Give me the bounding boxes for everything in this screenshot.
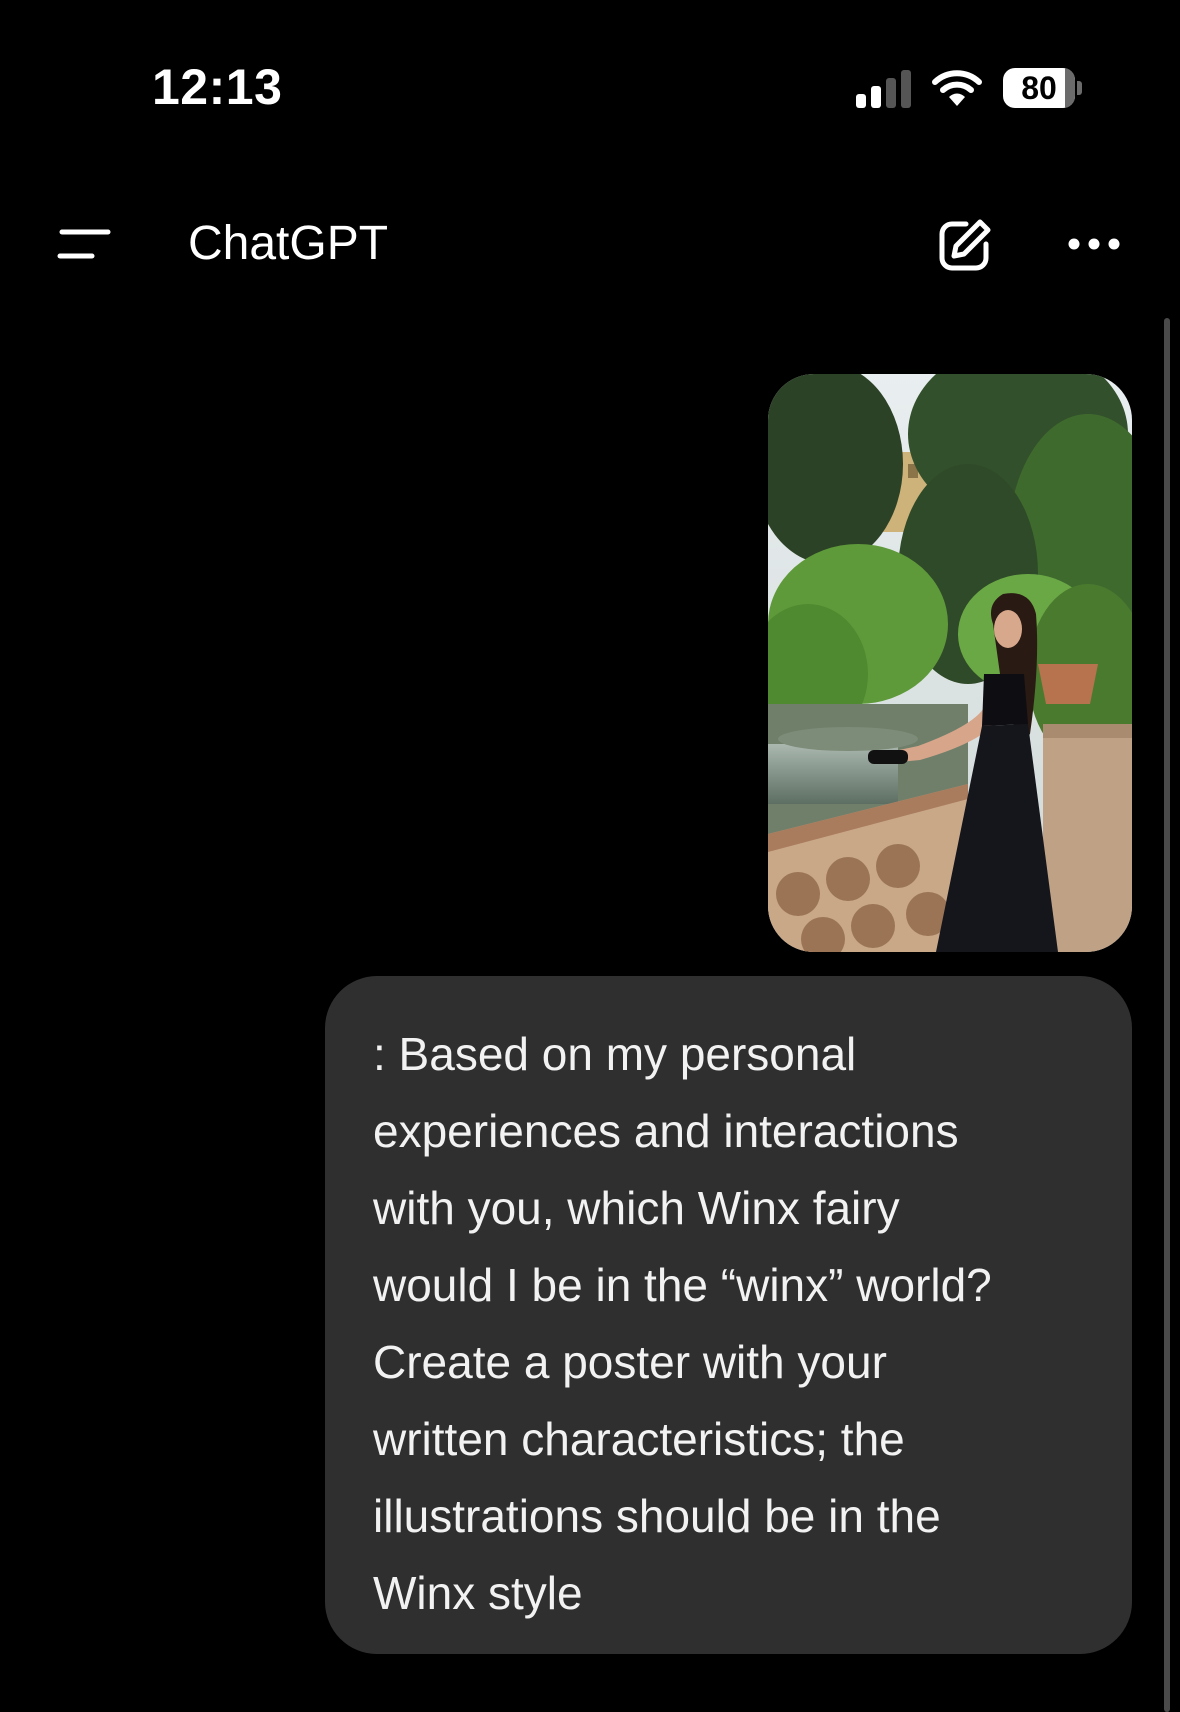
more-icon[interactable] bbox=[1064, 226, 1124, 262]
battery-level: 80 bbox=[1021, 69, 1057, 106]
app-title[interactable]: ChatGPT bbox=[188, 216, 388, 271]
status-indicators: 80 bbox=[856, 64, 1082, 112]
wifi-icon bbox=[932, 70, 982, 106]
user-message-bubble: : Based on my personal experiences and i… bbox=[325, 976, 1132, 1654]
user-message-text: : Based on my personal experiences and i… bbox=[373, 1028, 992, 1619]
battery-icon: 80 bbox=[1003, 68, 1082, 108]
photo-attachment[interactable] bbox=[768, 374, 1132, 952]
scrollbar[interactable] bbox=[1164, 318, 1170, 1712]
photo-image bbox=[768, 374, 1132, 952]
new-chat-icon[interactable] bbox=[934, 216, 994, 276]
menu-icon[interactable] bbox=[56, 226, 112, 262]
status-time: 12:13 bbox=[152, 59, 283, 115]
cellular-signal-icon bbox=[856, 68, 911, 108]
